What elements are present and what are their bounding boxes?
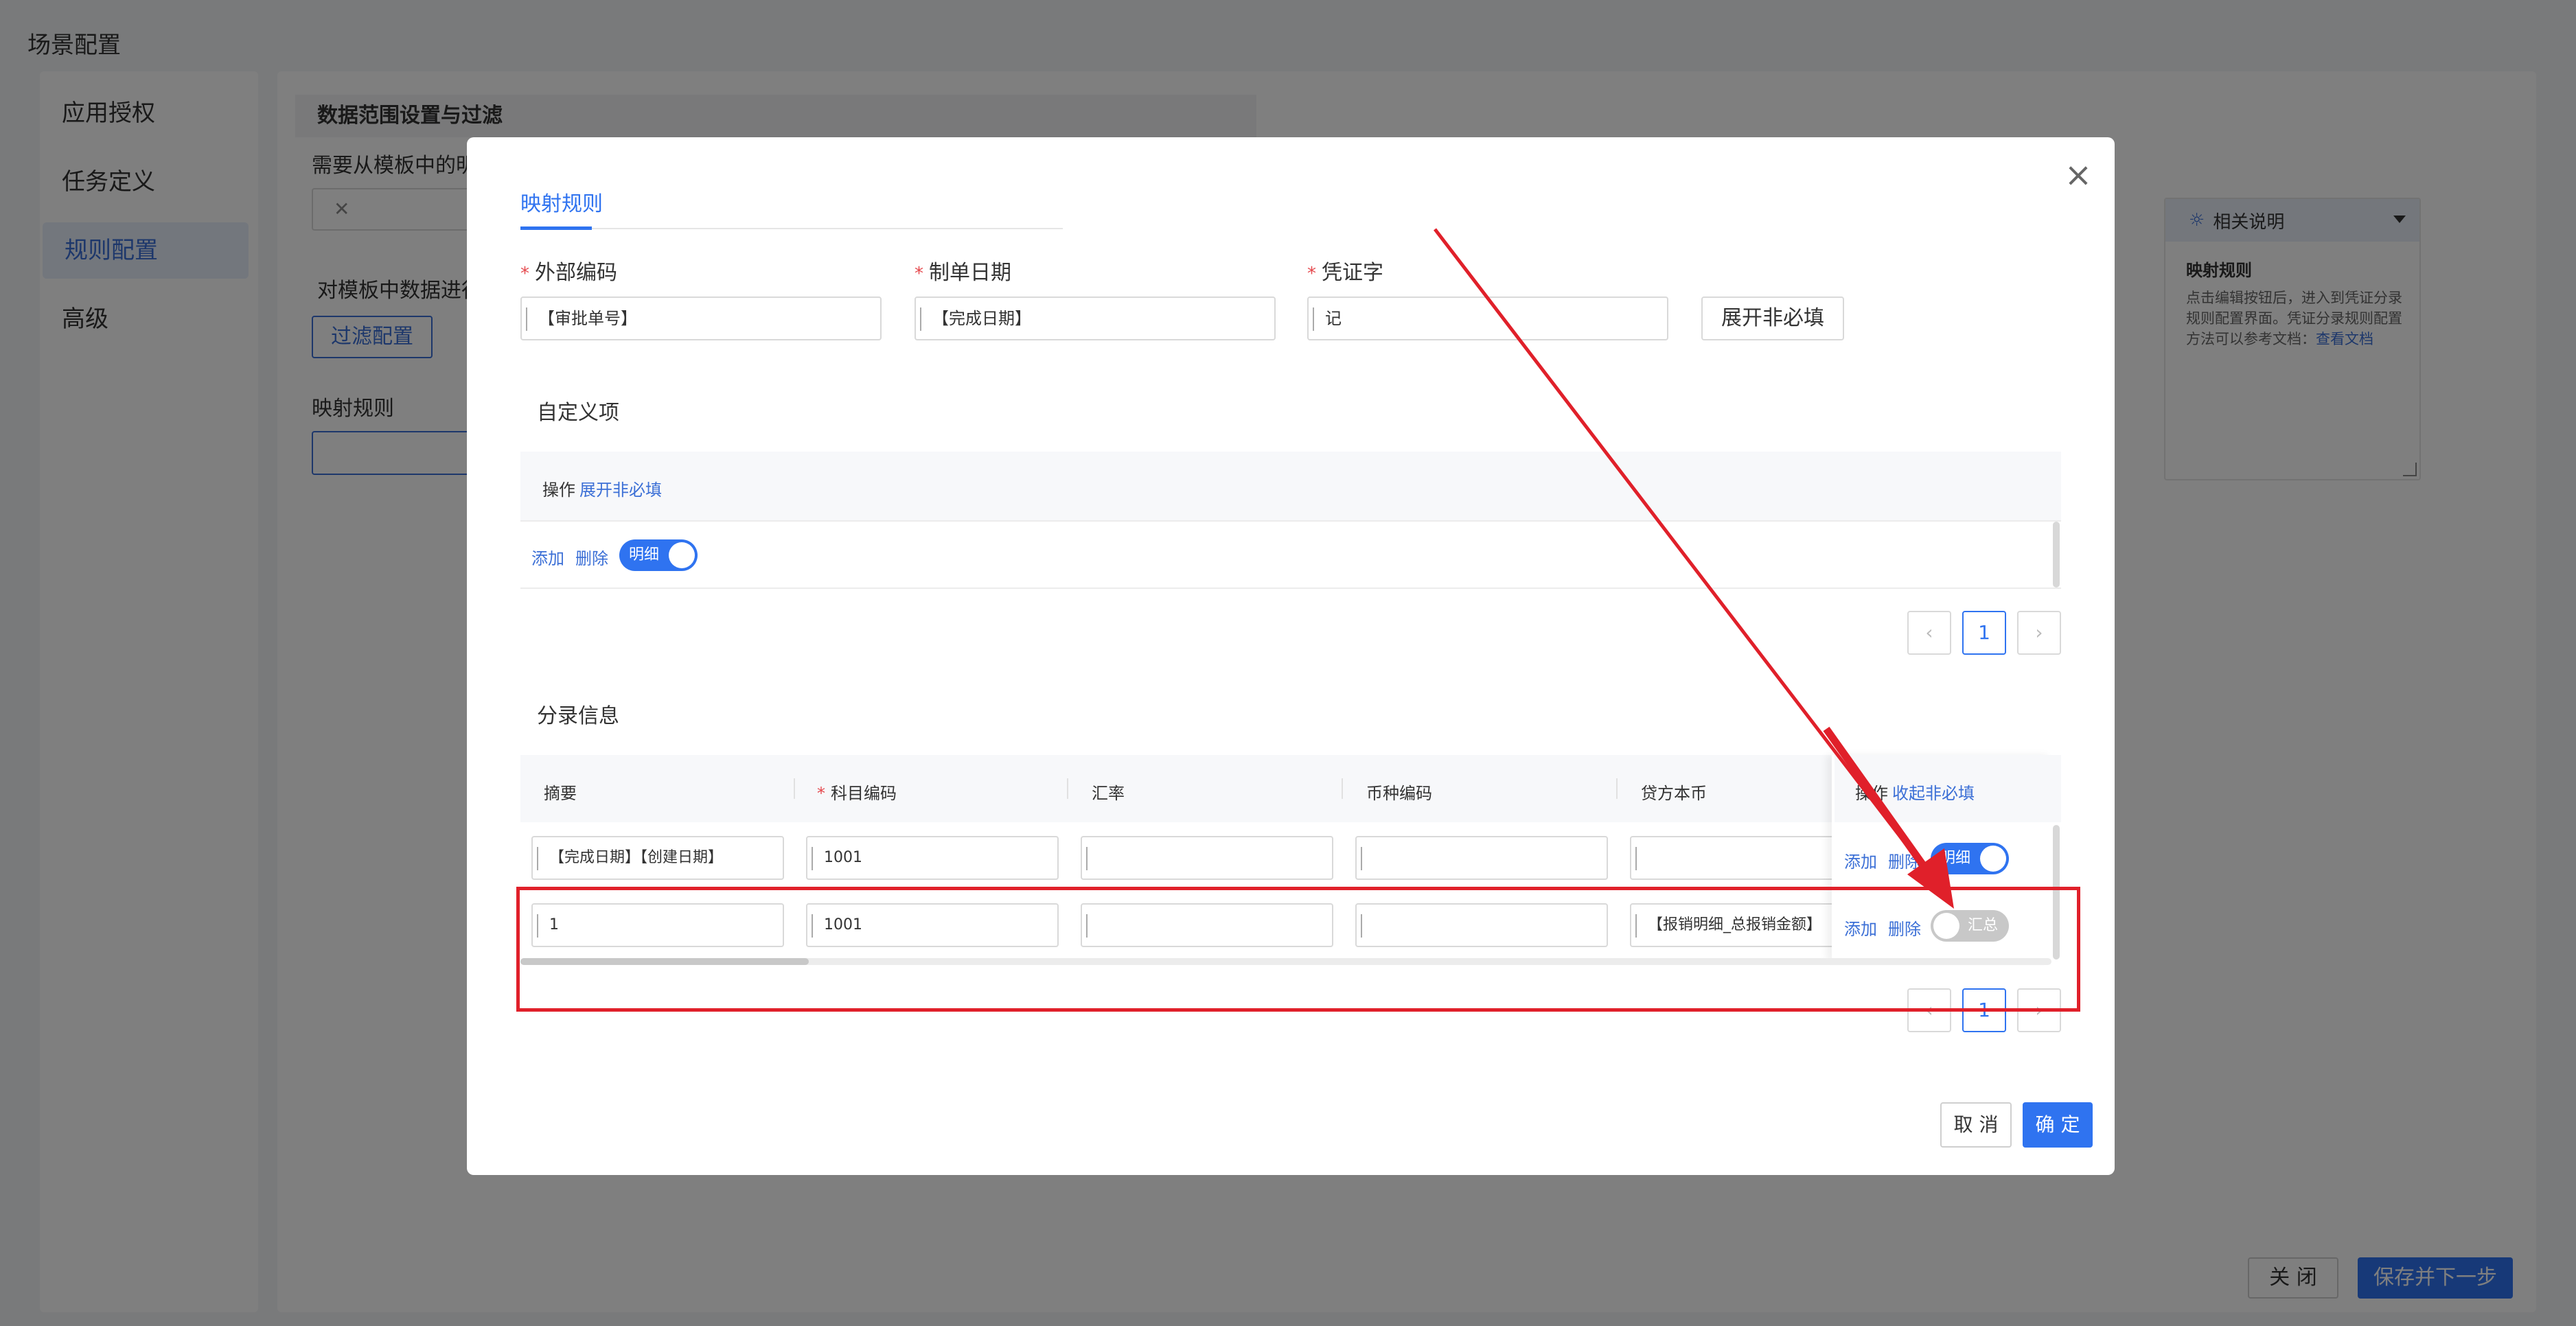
op-header: 操作 [1855, 784, 1888, 803]
collapse-optional-link[interactable]: 收起非必填 [1892, 780, 1975, 804]
entry-section-title: 分录信息 [537, 704, 619, 728]
row1-credit-input[interactable] [1630, 836, 1850, 880]
chevron-right-icon[interactable]: › [2017, 611, 2061, 655]
bill-date-label: * 制单日期 [915, 255, 1011, 286]
cancel-button[interactable]: 取 消 [1940, 1102, 2012, 1148]
custom-add-link[interactable]: 添加 [531, 545, 564, 569]
column-separator [1616, 778, 1618, 799]
external-code-input[interactable]: 【审批单号】 [520, 296, 882, 340]
required-mark: * [1307, 264, 1316, 284]
column-separator [794, 778, 795, 799]
row1-currency-input[interactable] [1355, 836, 1608, 880]
column-separator [1342, 778, 1343, 799]
custom-delete-link[interactable]: 删除 [575, 545, 608, 569]
row1-add-link[interactable]: 添加 [1844, 848, 1877, 872]
column-subject-code: * 科目编码 [817, 780, 897, 804]
annotation-highlight-box [516, 887, 2080, 1012]
column-summary: 摘要 [544, 784, 577, 803]
chevron-left-icon[interactable]: ‹ [1907, 611, 1951, 655]
custom-section-title: 自定义项 [537, 401, 619, 425]
custom-detail-toggle[interactable]: 明细 [619, 539, 698, 571]
tab-mapping-rule[interactable]: 映射规则 [520, 187, 603, 217]
mapping-rule-modal: × 映射规则 * 外部编码 【审批单号】 * 制单日期 【完成日期】 * 凭证字 记 … [467, 137, 2115, 1175]
required-mark: * [817, 784, 825, 803]
tab-divider [520, 228, 1063, 229]
row-divider [520, 520, 2061, 522]
column-currency-code: 币种编码 [1366, 784, 1432, 803]
toggle-label: 明细 [629, 546, 660, 563]
toggle-knob [1980, 846, 2006, 872]
custom-table-header [520, 452, 2061, 520]
row-divider [520, 588, 2061, 589]
custom-page-number[interactable]: 1 [1962, 611, 2006, 655]
expand-optional-button[interactable]: 展开非必填 [1701, 296, 1844, 340]
required-mark: * [915, 264, 923, 284]
column-separator [1067, 778, 1068, 799]
voucher-word-label: * 凭证字 [1307, 255, 1383, 286]
column-exchange-rate: 汇率 [1092, 784, 1125, 803]
bill-date-label-text: 制单日期 [929, 261, 1011, 285]
external-code-label: * 外部编码 [520, 255, 617, 286]
custom-table-scrollbar[interactable] [2053, 522, 2060, 588]
row1-delete-link[interactable]: 删除 [1888, 848, 1921, 872]
bill-date-input[interactable]: 【完成日期】 [915, 296, 1276, 340]
row1-summary-input[interactable]: 【完成日期】【创建日期】 [531, 836, 784, 880]
confirm-button[interactable]: 确 定 [2023, 1102, 2093, 1148]
row1-detail-toggle[interactable]: 明细 [1931, 843, 2009, 874]
custom-expand-link[interactable]: 展开非必填 [579, 476, 662, 500]
voucher-word-input[interactable]: 记 [1307, 296, 1668, 340]
column-credit-local: 贷方本币 [1641, 784, 1707, 803]
voucher-word-label-text: 凭证字 [1322, 261, 1383, 285]
required-mark: * [520, 264, 529, 284]
row1-subject-input[interactable]: 1001 [806, 836, 1059, 880]
toggle-knob [669, 542, 695, 568]
close-icon[interactable]: × [2061, 159, 2095, 194]
column-subject-code-text: 科目编码 [831, 784, 897, 803]
tab-active-indicator [520, 226, 592, 230]
external-code-label-text: 外部编码 [535, 261, 617, 285]
custom-op-header: 操作 [542, 480, 575, 500]
entry-table-header [520, 755, 2061, 822]
row1-rate-input[interactable] [1081, 836, 1333, 880]
toggle-label: 明细 [1940, 850, 1971, 867]
